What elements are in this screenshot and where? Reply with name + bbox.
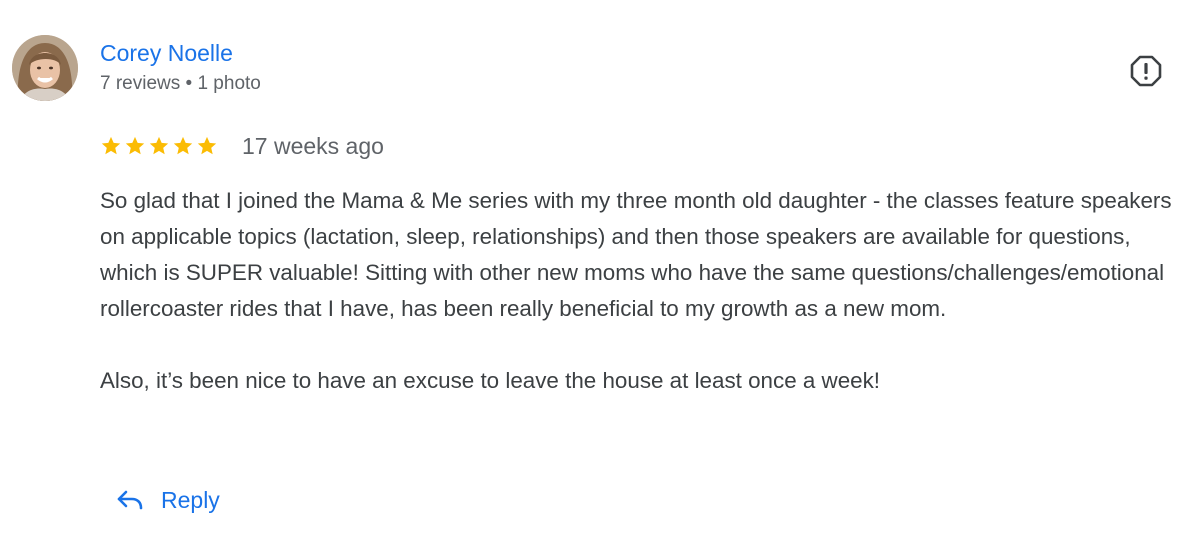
review-paragraph: Also, it’s been nice to have an excuse t… [100, 368, 881, 393]
review-paragraph: So glad that I joined the Mama & Me seri… [100, 188, 1172, 321]
star-icon [125, 136, 145, 155]
rating-row: 17 weeks ago [100, 131, 384, 161]
reply-arrow-icon [117, 490, 143, 510]
star-icon [149, 136, 169, 155]
review-text: So glad that I joined the Mama & Me seri… [100, 183, 1190, 399]
author-name[interactable]: Corey Noelle [100, 40, 233, 67]
star-rating [100, 135, 218, 157]
reply-button[interactable]: Reply [116, 482, 220, 518]
review-card: Corey Noelle 7 reviews • 1 photo 17 week… [0, 0, 1200, 540]
avatar[interactable] [12, 35, 78, 101]
avatar-photo [12, 35, 78, 101]
star-icon [101, 136, 121, 155]
author-review-count: 7 reviews • 1 photo [100, 73, 261, 94]
reply-label: Reply [161, 486, 220, 513]
review-date: 17 weeks ago [242, 132, 384, 159]
report-flag-icon[interactable] [1129, 54, 1163, 88]
star-icon [173, 136, 193, 155]
star-icon [197, 136, 217, 155]
